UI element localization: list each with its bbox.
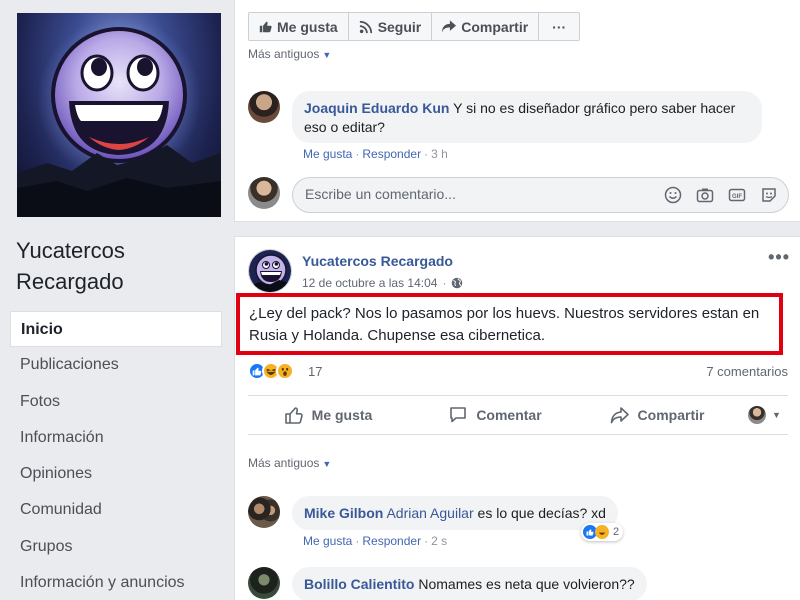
nav-item-informacion-anuncios[interactable]: Información y anuncios	[10, 565, 222, 600]
svg-text:GIF: GIF	[732, 194, 742, 200]
comment-input[interactable]	[305, 186, 645, 202]
comment-reply-link[interactable]: Responder	[362, 534, 421, 548]
sticker-icon[interactable]	[758, 184, 780, 206]
speech-bubble-icon	[450, 407, 467, 423]
more-older-link-top[interactable]: Más antiguos ▼	[248, 47, 331, 61]
comment-count-link[interactable]: 7 comentarios	[706, 364, 788, 379]
post-author-avatar[interactable]	[248, 249, 292, 293]
comment-bubble: Mike Gilbon Adrian Aguilar es lo que dec…	[292, 496, 618, 530]
comment-author[interactable]: Joaquin Eduardo Kun	[304, 100, 449, 116]
comment-reaction-count: 2	[613, 526, 620, 538]
post-card: Yucatercos Recargado 12 de octubre a las…	[234, 236, 800, 600]
comment-actions: Me gusta · Responder · 3 h	[303, 147, 448, 161]
post-like-label: Me gusta	[311, 407, 373, 423]
post-share-button[interactable]: Compartir	[582, 406, 732, 424]
post-action-bar: Me gusta Comentar Compartir ▼	[248, 395, 788, 435]
comment-like-link[interactable]: Me gusta	[303, 147, 352, 161]
page-like-button[interactable]: Me gusta	[249, 13, 349, 40]
comment-mention[interactable]: Adrian Aguilar	[386, 505, 473, 521]
composer-icons: GIF	[662, 184, 780, 206]
post-share-label: Compartir	[637, 407, 705, 423]
post-text-highlighted: ¿Ley del pack? Nos lo pasamos por los hu…	[236, 293, 783, 355]
comment-reply-link[interactable]: Responder	[362, 147, 421, 161]
page-follow-button[interactable]: Seguir	[349, 13, 433, 40]
avatar	[748, 406, 766, 424]
comment-like-link[interactable]: Me gusta	[303, 534, 352, 548]
comment-reactions[interactable]: 2	[581, 523, 624, 541]
comment-author[interactable]: Mike Gilbon	[304, 505, 383, 521]
comment-text: es lo que decías? xd	[477, 505, 606, 521]
nav-item-inicio[interactable]: Inicio	[10, 311, 222, 348]
page-follow-label: Seguir	[377, 18, 422, 35]
comment-time[interactable]: 2 s	[431, 534, 447, 548]
more-older-label: Más antiguos	[248, 47, 320, 61]
nav-item-opiniones[interactable]: Opiniones	[10, 456, 222, 492]
comment-text: Nomames es neta que volvieron??	[418, 576, 635, 592]
nav-item-fotos[interactable]: Fotos	[10, 384, 222, 420]
previous-post-card: Me gusta Seguir Compartir ··· Más antigu…	[234, 0, 800, 222]
page-action-bar: Me gusta Seguir Compartir ···	[248, 12, 581, 41]
page-like-label: Me gusta	[277, 18, 338, 35]
post-as-selector[interactable]: ▼	[748, 406, 781, 424]
nav-item-informacion[interactable]: Información	[10, 420, 222, 456]
reaction-icons[interactable]	[248, 362, 294, 380]
more-older-link-post[interactable]: Más antiguos ▼	[248, 456, 331, 470]
page-share-label: Compartir	[461, 18, 529, 35]
camera-icon[interactable]	[694, 184, 716, 206]
reaction-count[interactable]: 17	[308, 364, 322, 379]
post-timestamp[interactable]: 12 de octubre a las 14:04	[302, 276, 437, 290]
post-author-name[interactable]: Yucatercos Recargado	[302, 253, 453, 269]
gif-icon[interactable]: GIF	[726, 184, 748, 206]
post-comment-button[interactable]: Comentar	[415, 405, 575, 425]
comment-author[interactable]: Bolillo Calientito	[304, 576, 414, 592]
post-options-icon[interactable]: •••	[768, 247, 790, 268]
avatar[interactable]	[248, 567, 280, 599]
comment-time[interactable]: 3 h	[431, 147, 448, 161]
thumbs-up-icon	[259, 21, 272, 33]
post-comment-label: Comentar	[476, 407, 542, 423]
emoji-icon[interactable]	[662, 184, 684, 206]
nav-item-grupos[interactable]: Grupos	[10, 529, 222, 565]
haha-reaction-icon	[595, 525, 609, 539]
chevron-down-icon: ▼	[322, 459, 332, 469]
awesome-face-logo-icon	[17, 17, 221, 217]
avatar[interactable]	[248, 91, 280, 123]
page-title[interactable]: Yucatercos Recargado	[16, 235, 216, 297]
viewer-avatar[interactable]	[248, 177, 280, 209]
reactions-summary: 17 7 comentarios	[248, 361, 788, 383]
page-share-button[interactable]: Compartir	[432, 13, 540, 40]
page-more-button[interactable]: ···	[539, 13, 579, 40]
comment-composer[interactable]: GIF	[292, 177, 789, 213]
avatar[interactable]	[248, 496, 280, 528]
globe-icon[interactable]	[451, 277, 463, 289]
thumbs-up-outline-icon	[284, 407, 303, 424]
page-nav: Inicio Publicaciones Fotos Información O…	[10, 311, 222, 600]
nav-item-publicaciones[interactable]: Publicaciones	[10, 347, 222, 383]
rss-icon	[359, 20, 372, 33]
comment-bubble: Bolillo Calientito Nomames es neta que v…	[292, 567, 647, 600]
share-arrow-icon	[610, 407, 629, 424]
page-cover-image[interactable]	[17, 13, 221, 217]
share-arrow-icon	[442, 20, 457, 33]
post-like-button[interactable]: Me gusta	[248, 405, 408, 425]
left-sidebar: Yucatercos Recargado Inicio Publicacione…	[0, 0, 234, 600]
comment-bubble: Joaquin Eduardo Kun Y si no es diseñador…	[292, 91, 762, 143]
comment-actions: Me gusta · Responder · 2 s	[303, 534, 448, 548]
wow-reaction-icon	[276, 362, 294, 380]
awesome-face-icon	[249, 250, 291, 292]
more-older-label: Más antiguos	[248, 456, 320, 470]
nav-item-comunidad[interactable]: Comunidad	[10, 492, 222, 528]
chevron-down-icon: ▼	[322, 50, 332, 60]
chevron-down-icon: ▼	[772, 410, 781, 420]
post-meta: 12 de octubre a las 14:04 ·	[302, 276, 463, 290]
